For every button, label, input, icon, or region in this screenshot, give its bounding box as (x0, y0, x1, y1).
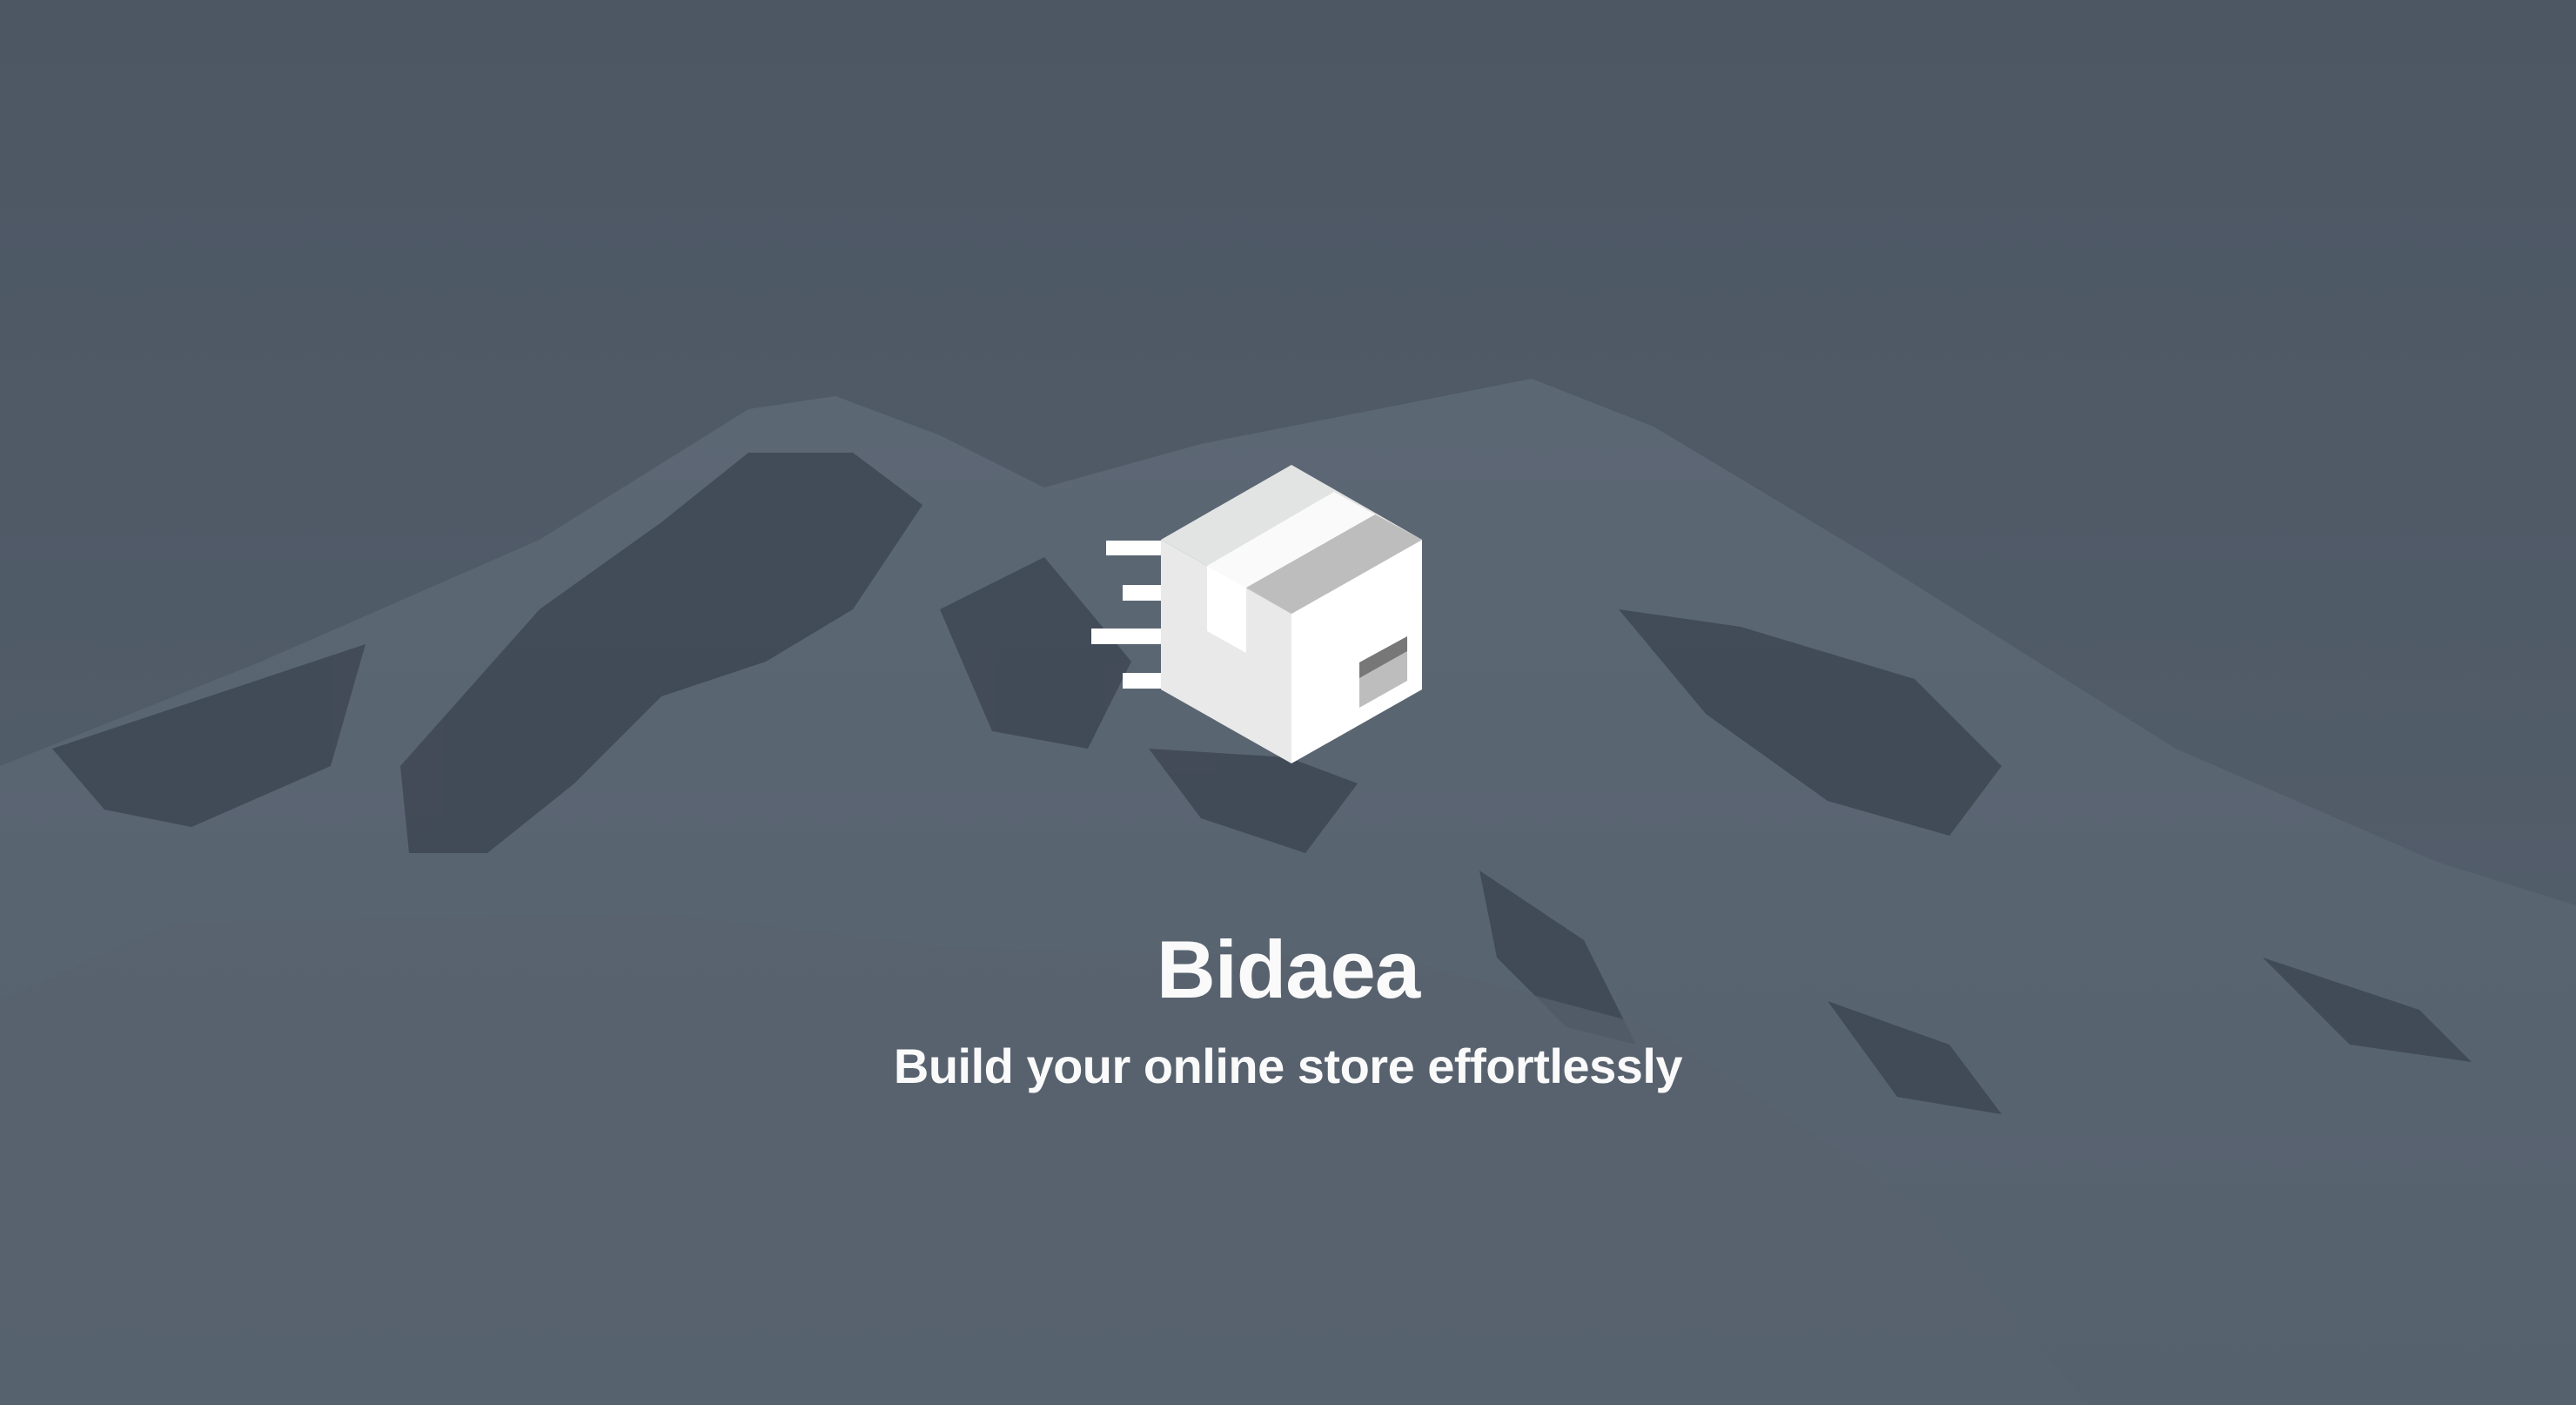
brand-name: Bidaea (1156, 924, 1420, 1015)
package-box-icon (1091, 465, 1422, 763)
speed-lines-icon (1091, 541, 1162, 689)
brand-tagline: Build your online store effortlessly (893, 1039, 1683, 1093)
